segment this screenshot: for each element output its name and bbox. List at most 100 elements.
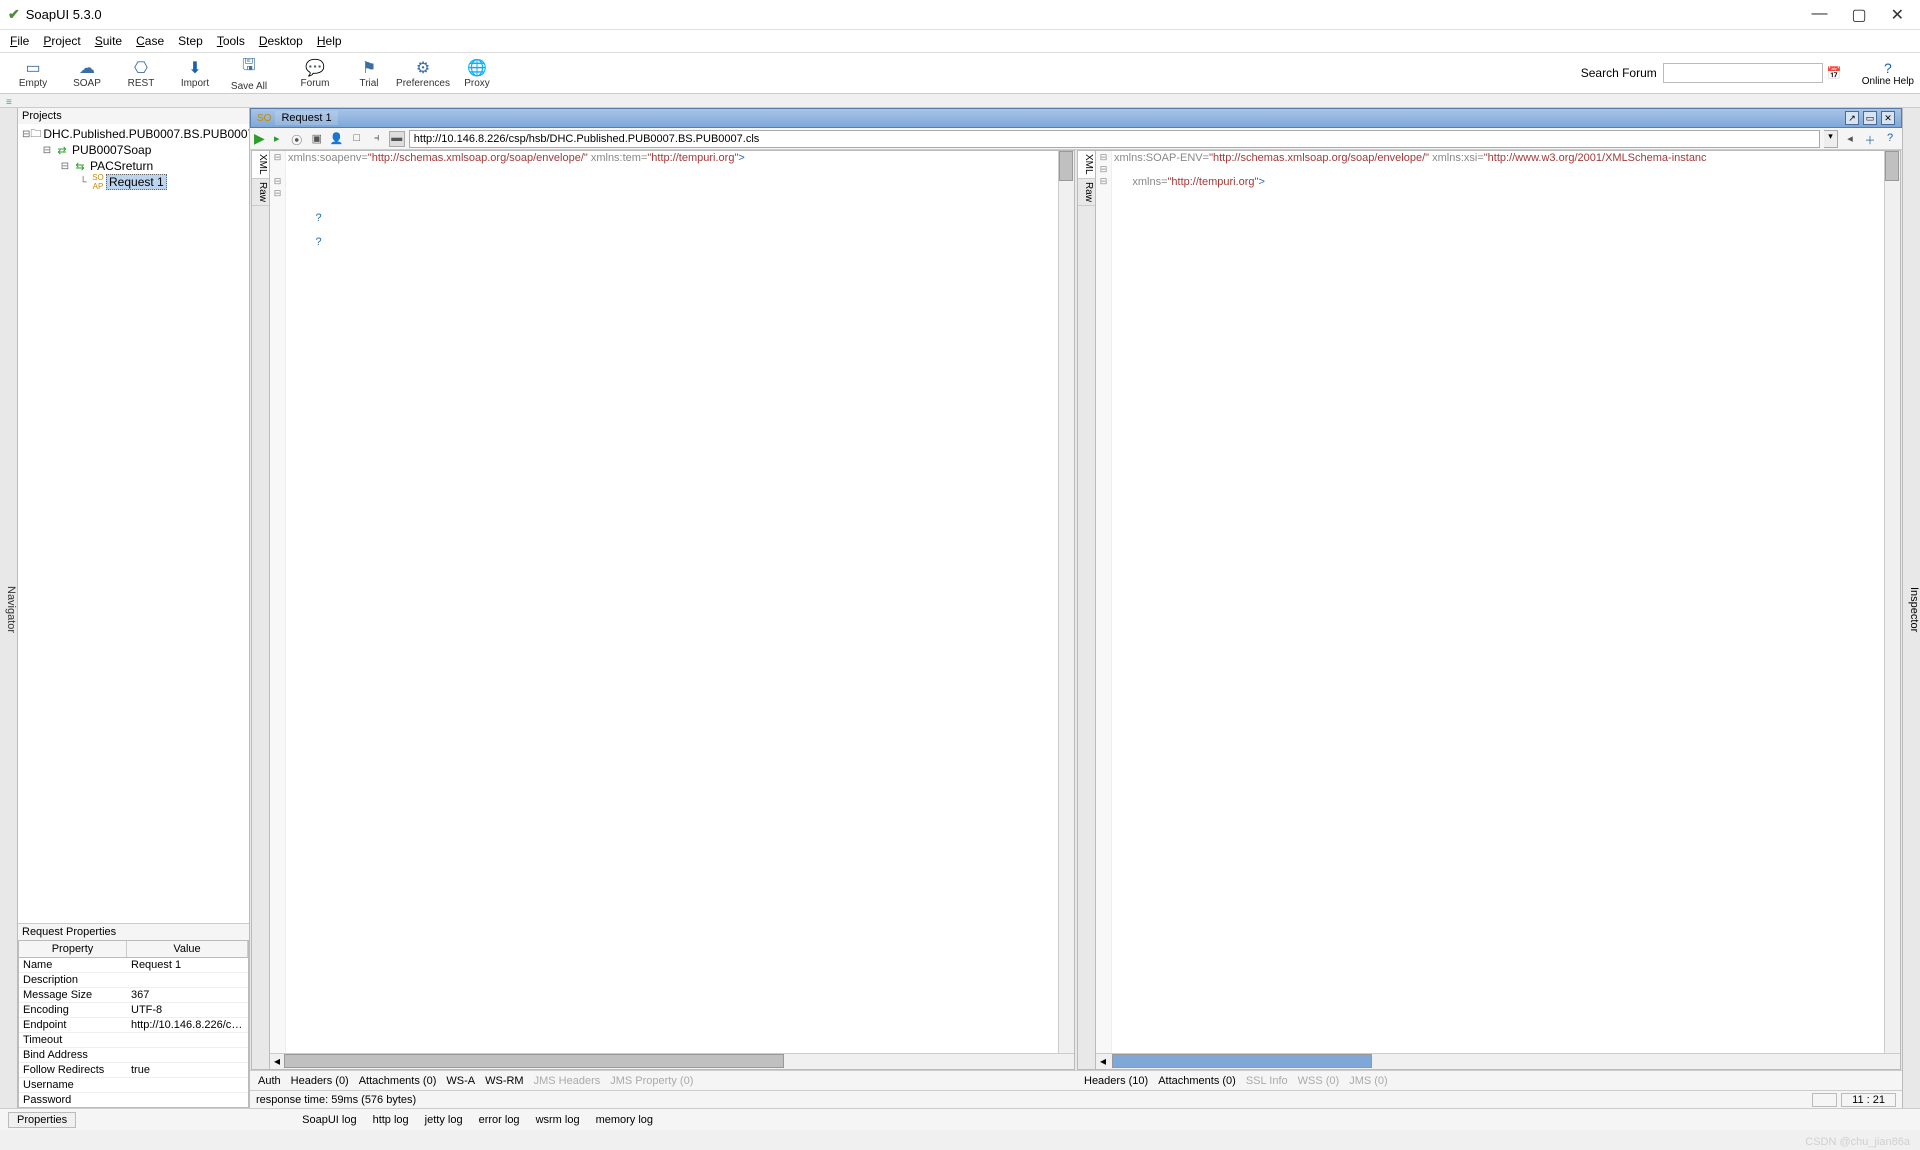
property-row[interactable]: NameRequest 1 — [19, 958, 248, 973]
tool-preferences[interactable]: ⚙Preferences — [396, 53, 450, 93]
property-row[interactable]: Follow Redirectstrue — [19, 1063, 248, 1078]
clone-icon[interactable]: ▣ — [309, 131, 325, 147]
col-property: Property — [19, 941, 127, 957]
tab-close-icon[interactable]: ✕ — [1881, 111, 1895, 125]
req-tab[interactable]: Attachments (0) — [359, 1075, 437, 1087]
watermark: CSDN @chu_jian86a — [1805, 1136, 1910, 1148]
inspector-strip[interactable]: Inspector — [1902, 108, 1920, 1108]
layout-icon[interactable]: ⫞ — [369, 131, 385, 147]
maximize-button[interactable]: ▢ — [1851, 5, 1866, 25]
request-tab-raw[interactable]: Raw — [252, 179, 269, 206]
close-button[interactable]: ✕ — [1891, 5, 1904, 25]
menu-case[interactable]: Case — [136, 34, 164, 48]
run-button[interactable]: ▶ — [254, 130, 265, 147]
app-logo-icon: ✔ — [8, 6, 20, 23]
tool-empty[interactable]: ▭Empty — [6, 53, 60, 93]
stop-icon[interactable]: □ — [349, 131, 365, 147]
toolbar-strip: ≡ — [0, 94, 1920, 108]
log-tab[interactable]: SoapUI log — [302, 1114, 356, 1126]
response-time-label: response time: 59ms (576 bytes) — [256, 1094, 416, 1106]
run-alt-icon[interactable]: ▸ — [269, 131, 285, 147]
response-fold-gutter[interactable]: ⊟⊟⊟ — [1096, 151, 1112, 1069]
property-row[interactable]: Endpointhttp://10.146.8.226/csp... — [19, 1018, 248, 1033]
properties-table[interactable]: NameRequest 1DescriptionMessage Size367E… — [18, 958, 249, 1108]
toggle-icon[interactable]: ▬ — [389, 131, 405, 147]
req-tab[interactable]: JMS Property (0) — [610, 1075, 693, 1087]
add-icon[interactable]: ＋ — [1862, 131, 1878, 147]
minimize-button[interactable]: — — [1811, 5, 1827, 25]
log-tab[interactable]: http log — [373, 1114, 409, 1126]
navigator-strip[interactable]: Navigator — [0, 108, 18, 1108]
menu-desktop[interactable]: Desktop — [259, 34, 303, 48]
request-fold-gutter[interactable]: ⊟⊟⊟ — [270, 151, 286, 1069]
bottom-bar: Properties SoapUI log http log jetty log er… — [0, 1108, 1920, 1130]
request-xml-editor[interactable]: xmlns:soapenv="http://schemas.xmlsoap.or… — [286, 151, 1074, 1069]
log-tab[interactable]: jetty log — [425, 1114, 463, 1126]
online-help-button[interactable]: ?Online Help — [1862, 60, 1914, 87]
property-row[interactable]: EncodingUTF-8 — [19, 1003, 248, 1018]
property-row[interactable]: Bind Address — [19, 1048, 248, 1063]
tab-minimize-icon[interactable]: ↗ — [1845, 111, 1859, 125]
menu-tools[interactable]: Tools — [217, 34, 245, 48]
menu-step[interactable]: Step — [178, 34, 203, 48]
request-view-tabs[interactable]: XML Raw — [252, 151, 270, 1069]
endpoint-input[interactable]: http://10.146.8.226/csp/hsb/DHC.Publishe… — [409, 130, 1820, 148]
response-tab-xml[interactable]: XML — [1078, 151, 1095, 179]
resp-tab[interactable]: WSS (0) — [1298, 1075, 1340, 1087]
response-vscroll[interactable] — [1884, 151, 1900, 1053]
tree-node-operation[interactable]: ⊟⇆PACSreturn — [18, 158, 249, 174]
tool-forum[interactable]: 💬Forum — [288, 53, 342, 93]
resp-tab[interactable]: Attachments (0) — [1158, 1075, 1236, 1087]
property-row[interactable]: Password — [19, 1093, 248, 1108]
document-tab[interactable]: Request 1 — [275, 111, 337, 125]
endpoint-dropdown[interactable]: ▾ — [1824, 130, 1838, 148]
req-tab[interactable]: JMS Headers — [534, 1075, 601, 1087]
req-tab[interactable]: Headers (0) — [291, 1075, 349, 1087]
tool-trial[interactable]: ⚑Trial — [342, 53, 396, 93]
resp-tab[interactable]: Headers (10) — [1084, 1075, 1148, 1087]
property-row[interactable]: Timeout — [19, 1033, 248, 1048]
go-back-icon[interactable]: ◂ — [1842, 131, 1858, 147]
tree-node-project[interactable]: ⊟🗀DHC.Published.PUB0007.BS.PUB0007 — [18, 126, 249, 142]
req-tab[interactable]: WS-RM — [485, 1075, 524, 1087]
tree-node-request[interactable]: └SOAPRequest 1 — [18, 174, 249, 190]
tool-import[interactable]: ⬇Import — [168, 53, 222, 93]
search-forum-input[interactable] — [1663, 63, 1823, 83]
properties-button[interactable]: Properties — [8, 1112, 76, 1128]
property-row[interactable]: Username — [19, 1078, 248, 1093]
log-tabs: SoapUI log http log jetty log error log wsrm… — [302, 1114, 653, 1126]
response-tab-raw[interactable]: Raw — [1078, 179, 1095, 206]
resp-tab[interactable]: SSL Info — [1246, 1075, 1288, 1087]
tool-saveall[interactable]: 🖫Save All — [222, 53, 276, 93]
property-row[interactable]: Message Size367 — [19, 988, 248, 1003]
add-assertion-icon[interactable]: ⦿ — [289, 131, 305, 147]
tool-proxy[interactable]: 🌐Proxy — [450, 53, 504, 93]
tab-maximize-icon[interactable]: ▭ — [1863, 111, 1877, 125]
req-tab[interactable]: WS-A — [446, 1075, 475, 1087]
menu-help[interactable]: Help — [317, 34, 342, 48]
log-tab[interactable]: wsrm log — [536, 1114, 580, 1126]
response-hscroll[interactable]: ◂ — [1096, 1053, 1900, 1069]
menu-project[interactable]: Project — [43, 34, 80, 48]
gear-icon: ⚙ — [416, 58, 430, 78]
menu-suite[interactable]: Suite — [95, 34, 122, 48]
property-row[interactable]: Description — [19, 973, 248, 988]
request-hscroll[interactable]: ◂ — [270, 1053, 1074, 1069]
user-icon[interactable]: 👤 — [329, 131, 345, 147]
log-tab[interactable]: memory log — [596, 1114, 653, 1126]
log-tab[interactable]: error log — [479, 1114, 520, 1126]
request-tab-xml[interactable]: XML — [252, 151, 269, 179]
project-tree[interactable]: ⊟🗀DHC.Published.PUB0007.BS.PUB0007 ⊟⇄PUB… — [18, 124, 249, 923]
menu-file[interactable]: File — [10, 34, 29, 48]
req-tab[interactable]: Auth — [258, 1075, 281, 1087]
request-vscroll[interactable] — [1058, 151, 1074, 1053]
help-icon: ? — [1884, 60, 1892, 76]
response-view-tabs[interactable]: XML Raw — [1078, 151, 1096, 1069]
search-go-icon[interactable]: 📅 — [1827, 66, 1842, 80]
help-small-icon[interactable]: ? — [1882, 131, 1898, 147]
response-xml-viewer[interactable]: xmlns:SOAP-ENV="http://schemas.xmlsoap.o… — [1112, 151, 1900, 1069]
tool-soap[interactable]: ☁SOAP — [60, 53, 114, 93]
resp-tab[interactable]: JMS (0) — [1349, 1075, 1388, 1087]
tree-node-binding[interactable]: ⊟⇄PUB0007Soap — [18, 142, 249, 158]
tool-rest[interactable]: ⎔REST — [114, 53, 168, 93]
